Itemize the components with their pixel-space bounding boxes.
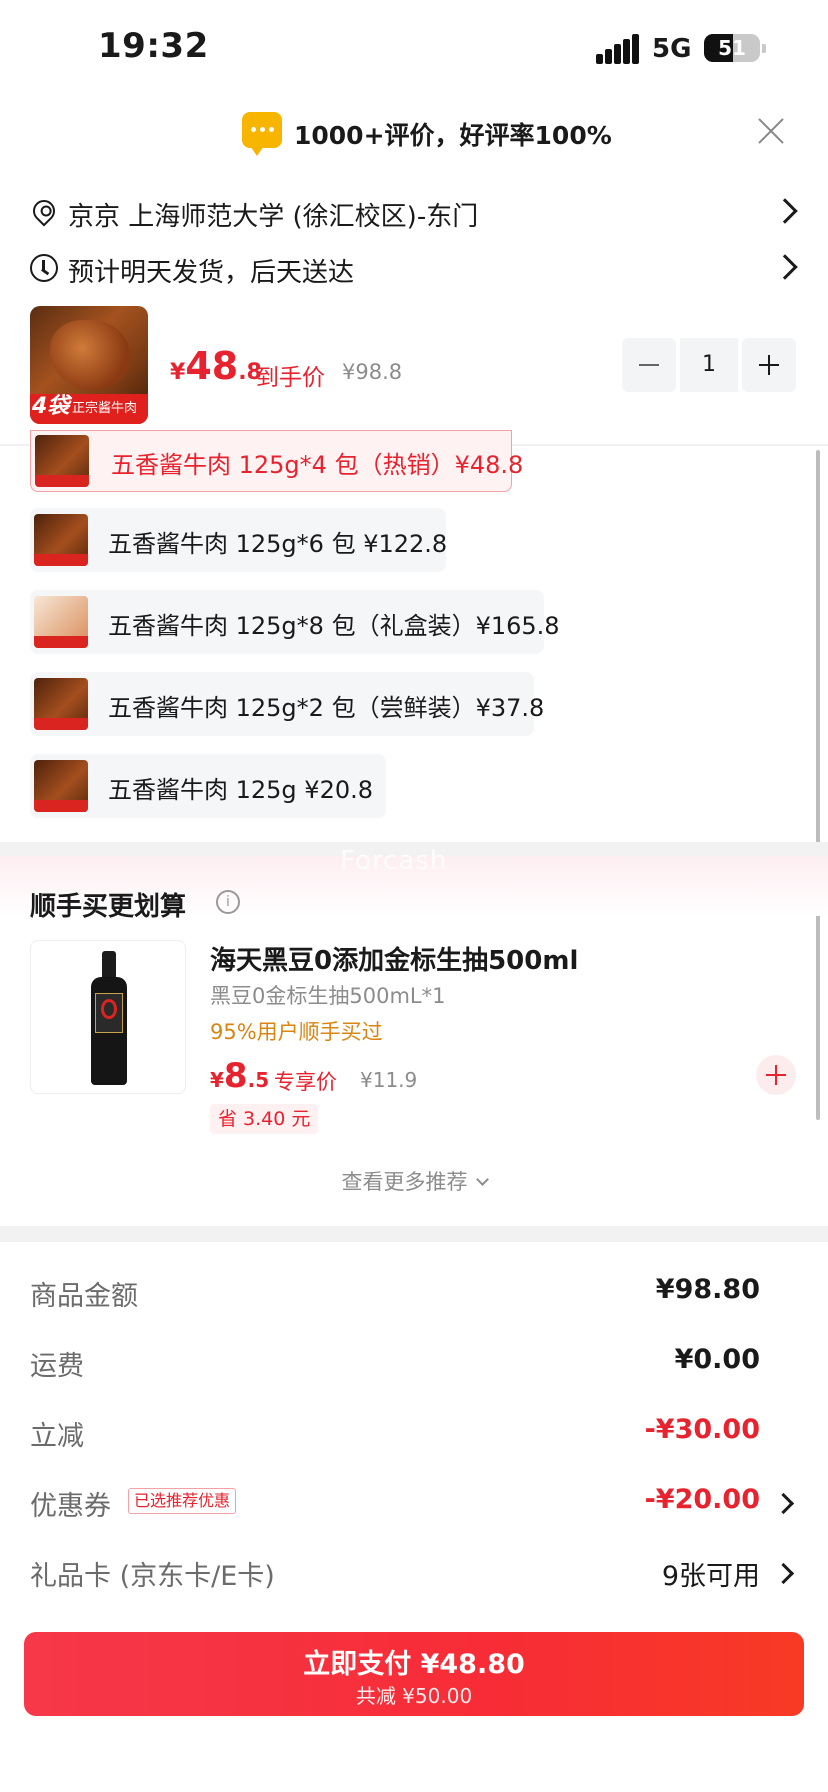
address-text: 京京 上海师范大学 (徐汇校区)-东门 [68,202,479,232]
sku-label: 五香酱牛肉 125g*2 包（尝鲜装）¥37.8 [108,694,545,722]
info-icon[interactable]: i [216,890,240,914]
final-price: ¥48.8 [170,344,262,388]
bundle-product-name[interactable]: 海天黑豆0添加金标生抽500ml [210,940,578,977]
sku-option[interactable]: 五香酱牛肉 125g*8 包（礼盒装）¥165.8 [30,590,560,654]
sku-thumbnail [34,596,88,648]
coupon-row[interactable]: 优惠券 已选推荐优惠 -¥20.00 [0,1472,828,1532]
status-bar: 19:32 5G 51 [0,0,828,96]
sku-thumbnail [34,514,88,566]
quantity-stepper[interactable]: 1 [622,338,796,392]
sku-label: 五香酱牛肉 125g*4 包（热销）¥48.8 [111,451,524,479]
bundle-product-image[interactable] [30,940,186,1094]
sku-option[interactable]: 五香酱牛肉 125g*2 包（尝鲜装）¥37.8 [30,672,544,736]
giftcard-value: 9张可用 [661,1561,760,1592]
location-pin-icon [28,195,60,227]
review-summary: 1000+评价，好评率100% [294,121,612,150]
total-saving-label: 共减 ¥50.00 [355,1684,473,1708]
goods-amount-value: ¥98.80 [655,1274,760,1305]
coupon-tag: 已选推荐优惠 [128,1488,237,1514]
giftcard-row[interactable]: 礼品卡 (京东卡/E卡) 9张可用 [0,1542,828,1602]
coupon-value: -¥20.00 [644,1484,760,1515]
review-banner: 1000+评价，好评率100% [0,104,828,160]
network-label: 5G [652,34,692,64]
chat-bubble-icon [242,112,282,156]
sku-thumbnail [34,760,88,812]
bundle-price-label: 专享价 [274,1070,337,1094]
pay-now-label: 立即支付 ¥48.80 [303,1649,525,1680]
add-to-order-button[interactable] [756,1055,796,1095]
battery-icon: 51 [704,34,760,62]
signal-icon [596,34,640,64]
status-time: 19:32 [98,26,209,66]
decrease-button[interactable] [622,338,676,392]
quantity-value[interactable]: 1 [680,338,738,392]
address-row[interactable]: 京京 上海师范大学 (徐汇校区)-东门 [0,188,828,238]
close-icon[interactable] [756,116,786,146]
chevron-right-icon [772,1562,795,1585]
sku-label: 五香酱牛肉 125g*8 包（礼盒装）¥165.8 [108,612,560,640]
sku-label: 五香酱牛肉 125g ¥20.8 [108,776,374,804]
coupon-label: 优惠券 [30,1491,111,1522]
discount-value: -¥30.00 [644,1414,760,1445]
discount-label: 立减 [30,1421,84,1452]
giftcard-label: 礼品卡 (京东卡/E卡) [30,1561,275,1592]
sku-label: 五香酱牛肉 125g*6 包 ¥122.8 [108,530,448,558]
pay-now-button[interactable]: 立即支付 ¥48.80 共减 ¥50.00 [24,1632,804,1716]
sku-option[interactable]: 五香酱牛肉 125g ¥20.8 [30,754,386,818]
sku-option[interactable]: 五香酱牛肉 125g*4 包（热销）¥48.8 [30,430,523,492]
chevron-right-icon [772,254,798,280]
chevron-right-icon [772,1492,795,1515]
sku-thumbnail [35,435,89,487]
more-label: 查看更多推荐 [341,1170,468,1194]
price-label: 到手价 [256,365,325,391]
save-badge: 省 3.40 元 [210,1104,319,1134]
bundle-title: 顺手买更划算 [30,892,187,922]
sku-option[interactable]: 五香酱牛肉 125g*6 包 ¥122.8 [30,508,448,572]
bundle-product-spec: 黑豆0金标生抽500mL*1 [210,984,446,1008]
watermark: Forcash [340,846,448,876]
shipping-row: 运费 ¥0.00 [0,1332,828,1392]
bundle-buy-rate: 95%用户顺手买过 [210,1020,383,1044]
soy-sauce-bottle-icon [91,951,127,1085]
sku-thumbnail [34,678,88,730]
chevron-down-icon [475,1173,489,1186]
shipping-label: 运费 [30,1351,84,1382]
discount-row: 立减 -¥30.00 [0,1402,828,1462]
original-price: ¥98.8 [342,360,403,384]
delivery-text: 预计明天发货，后天送达 [68,258,355,288]
battery-tip [762,44,766,53]
more-recommendations-link[interactable]: 查看更多推荐 [0,1166,828,1196]
goods-amount-row: 商品金额 ¥98.80 [0,1262,828,1322]
bundle-price: ¥8.5 [210,1056,270,1096]
goods-amount-label: 商品金额 [30,1281,138,1312]
product-thumbnail: 正宗酱牛肉 4袋 [30,306,148,424]
scrollbar[interactable] [816,450,820,1120]
chevron-right-icon [772,198,798,224]
section-divider [0,1226,828,1242]
shipping-value: ¥0.00 [674,1344,760,1375]
battery-level: 51 [718,36,746,60]
delivery-row[interactable]: 预计明天发货，后天送达 [0,244,828,294]
increase-button[interactable] [742,338,796,392]
bundle-original-price: ¥11.9 [360,1068,418,1092]
thumbnail-tag: 4袋 [32,394,70,419]
clock-icon [30,254,58,282]
